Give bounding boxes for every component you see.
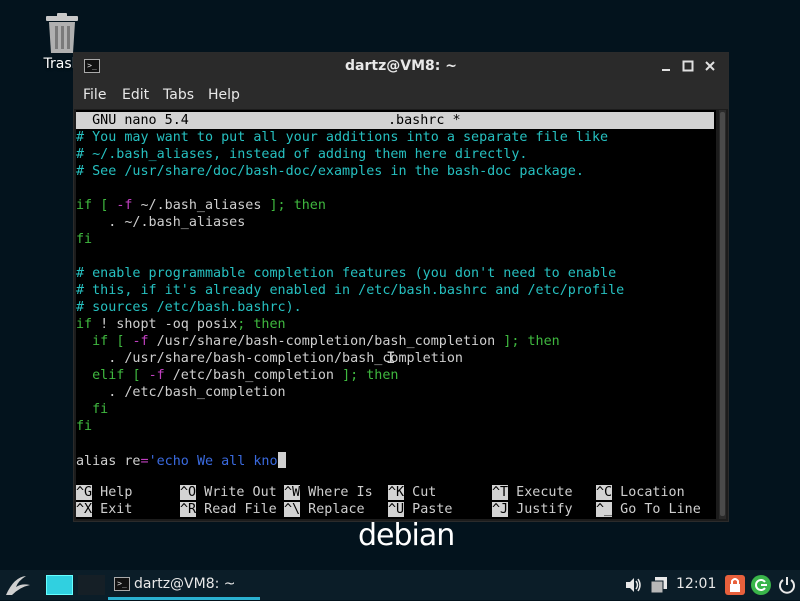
shortcut-key: ^O (180, 485, 197, 500)
editor-line: # You may want to put all your additions… (76, 130, 609, 145)
taskbar-terminal-task[interactable]: >_ dartz@VM8: ~ (108, 570, 260, 600)
menu-logo-icon (6, 576, 30, 595)
editor-line: # this, if it's already enabled in /etc/… (76, 283, 625, 298)
nano-header: GNU nano 5.4 .bashrc * (76, 112, 714, 129)
shortcut-key: ^\ (284, 502, 301, 517)
terminal-area[interactable]: GNU nano 5.4 .bashrc * # You may want to … (76, 110, 716, 519)
shortcut-exit[interactable]: ^X Exit (76, 501, 132, 518)
shortcut-execute[interactable]: ^T Execute (492, 484, 573, 501)
terminal-task-icon: >_ (114, 577, 130, 591)
editor-line: . /etc/bash_completion (76, 385, 286, 400)
menubar: File Edit Tabs Help (74, 80, 728, 109)
shortcut-label: Execute (508, 485, 573, 500)
terminal-window: >_ dartz@VM8: ~ File Edit Tabs Help GNU … (73, 52, 729, 522)
shortcut-help[interactable]: ^G Help (76, 484, 132, 501)
editor-line: # sources /etc/bash.bashrc). (76, 300, 302, 315)
clipboard-icon[interactable] (649, 576, 669, 598)
editor-line: # enable programmable completion feature… (76, 266, 617, 281)
text-cursor-icon: I (386, 348, 396, 367)
shortcut-key: ^K (388, 485, 405, 500)
workspace-1[interactable] (46, 575, 73, 595)
shortcut-key: ^T (492, 485, 509, 500)
editor-line: # ~/.bash_aliases, instead of adding the… (76, 147, 528, 162)
shortcut-location[interactable]: ^C Location (596, 484, 685, 501)
trash-icon (46, 13, 78, 53)
menu-help[interactable]: Help (208, 87, 240, 103)
shortcut-label: Write Out (196, 485, 277, 500)
power-icon (779, 577, 795, 594)
shortcut-replace[interactable]: ^\ Replace (284, 501, 365, 518)
task-label: dartz@VM8: ~ (134, 576, 236, 592)
power-button[interactable] (777, 575, 797, 599)
maximize-button[interactable] (680, 58, 696, 74)
shortcut-label: Read File (196, 502, 277, 517)
close-icon (705, 61, 715, 71)
shortcut-label: Exit (92, 502, 133, 517)
shortcut-label: Cut (404, 485, 437, 500)
shortcut-key: ^J (492, 502, 509, 517)
start-menu-button[interactable] (4, 573, 34, 597)
shortcut-key: ^W (284, 485, 301, 500)
shortcut-read-file[interactable]: ^R Read File (180, 501, 277, 518)
lock-icon (725, 575, 745, 595)
editor-line: if [ -f ~/.bash_aliases ]; then (76, 198, 326, 213)
editor-line: if [ -f /usr/share/bash-completion/bash_… (92, 334, 560, 349)
shortcut-label: Replace (300, 502, 365, 517)
volume-icon[interactable] (624, 576, 642, 598)
editor-line: # See /usr/share/doc/bash-doc/examples i… (76, 164, 584, 179)
editor-line: fi (92, 402, 109, 417)
editor-line: alias re='echo We all kno (76, 452, 286, 469)
scrollbar-thumb[interactable] (720, 112, 725, 516)
menu-file[interactable]: File (83, 87, 106, 103)
shortcut-key: ^X (76, 502, 93, 517)
shortcut-label: Go To Line (612, 502, 701, 517)
close-button[interactable] (702, 58, 718, 74)
maximize-icon (682, 60, 694, 72)
shortcut-label: Where Is (300, 485, 373, 500)
shortcut-key: ^C (596, 485, 613, 500)
clipboard-glyph-icon (650, 577, 667, 594)
shortcut-go-to-line[interactable]: ^_ Go To Line (596, 501, 701, 518)
editor-line: elif [ -f /etc/bash_completion ]; then (92, 368, 399, 383)
editor-line: . /usr/share/bash-completion/bash_comple… (76, 351, 463, 366)
shortcut-label: Location (612, 485, 685, 500)
editor-line: fi (76, 232, 93, 247)
scrollbar[interactable] (719, 110, 726, 519)
logout-icon (751, 575, 771, 595)
menu-edit[interactable]: Edit (122, 87, 149, 103)
text-cursor (277, 452, 286, 468)
window-title: dartz@VM8: ~ (345, 58, 457, 74)
shortcut-label: Paste (404, 502, 453, 517)
shortcut-cut[interactable]: ^K Cut (388, 484, 436, 501)
shortcut-key: ^U (388, 502, 405, 517)
minimize-button[interactable] (658, 58, 674, 74)
shortcut-label: Justify (508, 502, 573, 517)
shortcut-key: ^_ (596, 502, 613, 517)
window-titlebar[interactable]: >_ dartz@VM8: ~ (74, 53, 728, 80)
speaker-icon (626, 578, 641, 592)
shortcut-justify[interactable]: ^J Justify (492, 501, 573, 518)
shortcut-where-is[interactable]: ^W Where Is (284, 484, 373, 501)
shortcut-label: Help (92, 485, 133, 500)
nano-version: GNU nano 5.4 (76, 113, 189, 128)
editor-line: . ~/.bash_aliases (76, 215, 246, 230)
debian-logo: debian (358, 518, 455, 553)
taskbar: >_ dartz@VM8: ~ 12:01 (0, 570, 800, 600)
editor-line: if ! shopt -oq posix; then (76, 317, 286, 332)
minimize-icon (662, 69, 670, 71)
shortcut-paste[interactable]: ^U Paste (388, 501, 453, 518)
shortcut-key: ^G (76, 485, 93, 500)
clock[interactable]: 12:01 (676, 576, 716, 592)
logout-button[interactable] (751, 575, 771, 599)
menu-tabs[interactable]: Tabs (163, 87, 194, 103)
shortcut-key: ^R (180, 502, 197, 517)
shortcut-write-out[interactable]: ^O Write Out (180, 484, 277, 501)
editor-line: fi (76, 419, 93, 434)
lock-button[interactable] (725, 575, 745, 599)
nano-filename: .bashrc * (388, 113, 461, 128)
workspace-2[interactable] (78, 575, 105, 595)
